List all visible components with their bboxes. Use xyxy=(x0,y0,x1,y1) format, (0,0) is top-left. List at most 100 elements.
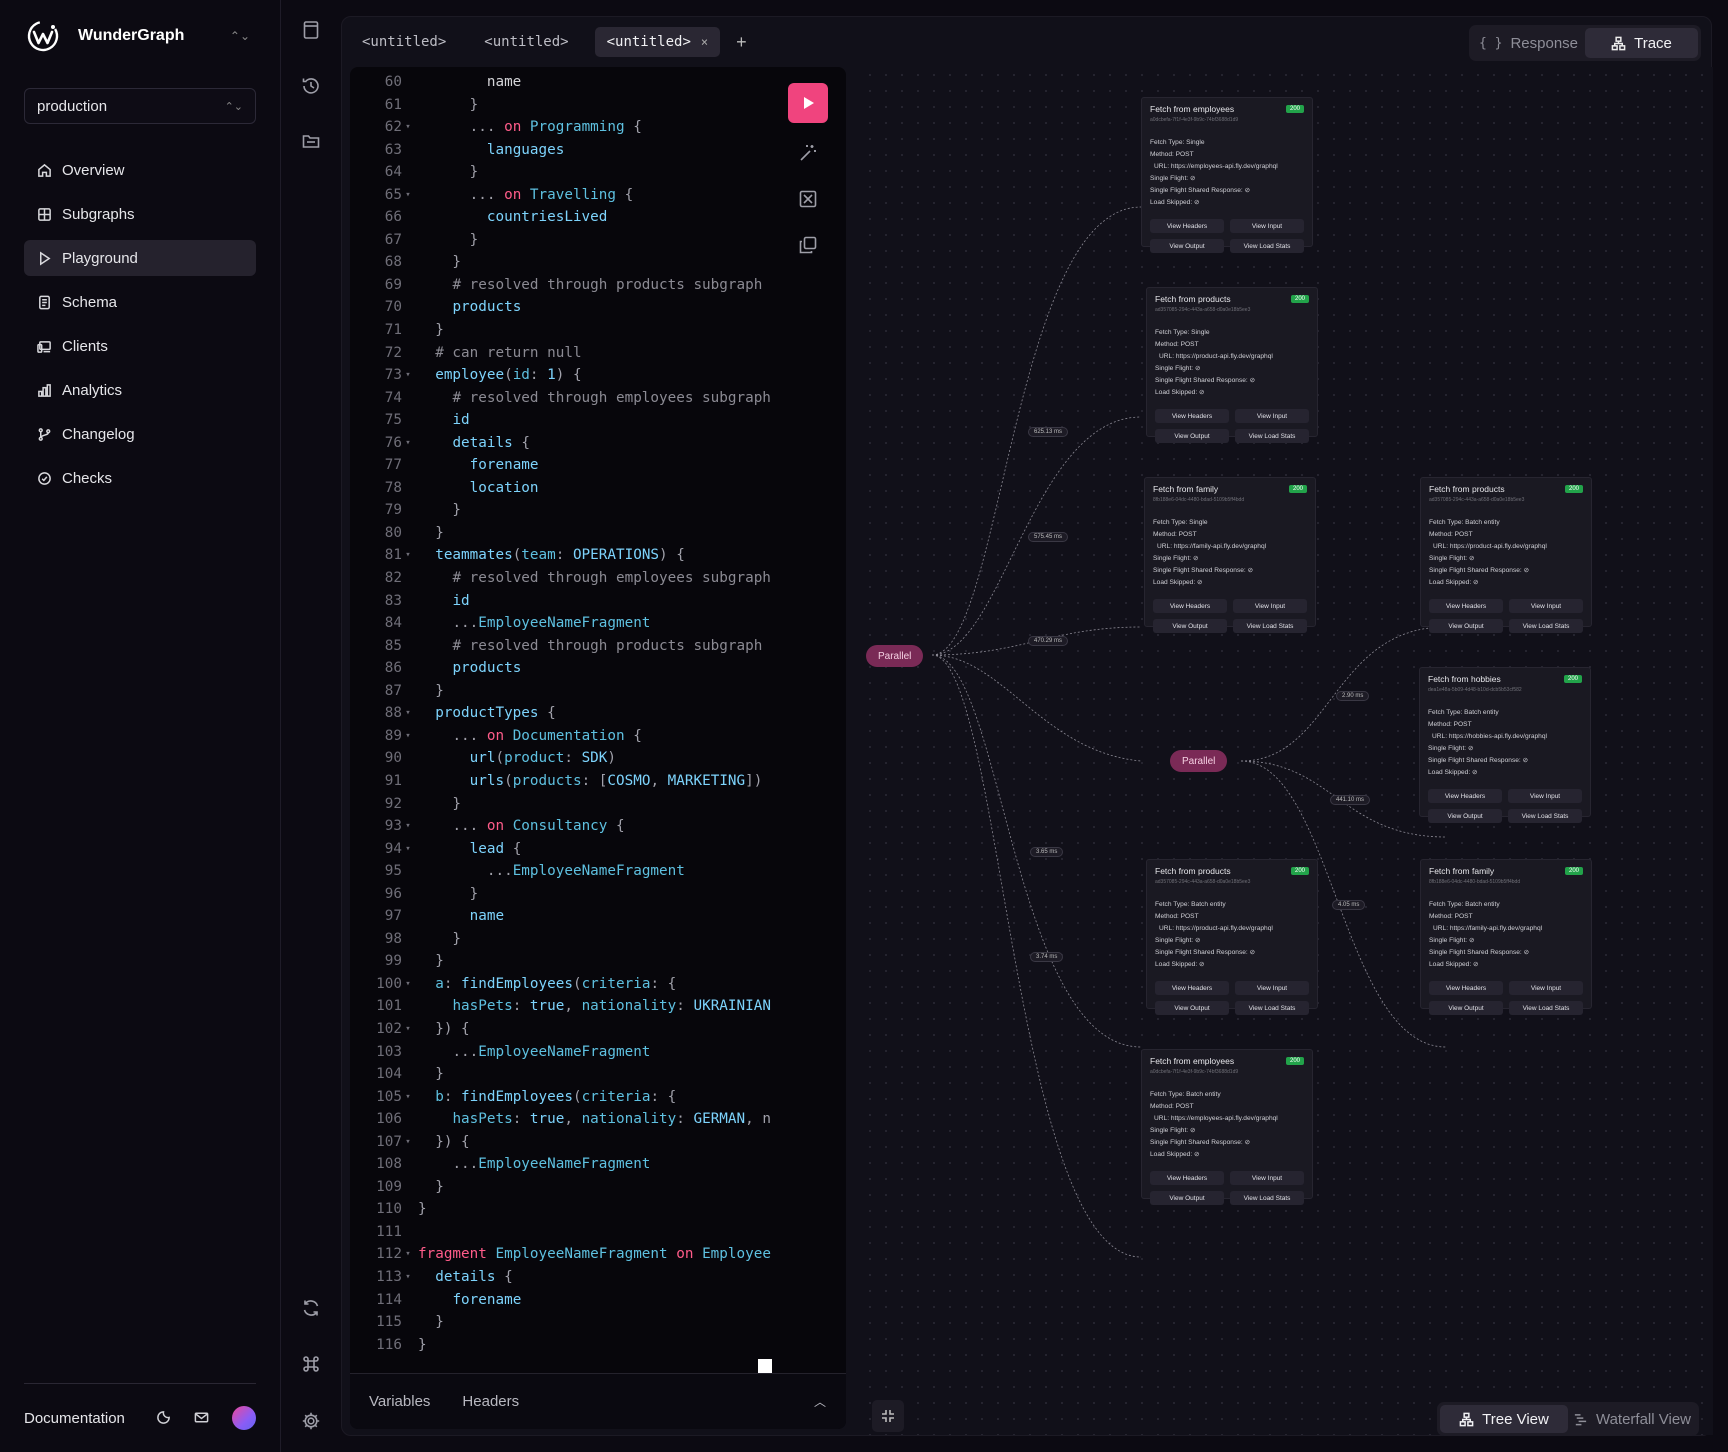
response-tab[interactable]: { } Response xyxy=(1472,28,1585,58)
code-line[interactable]: 75 id xyxy=(350,409,780,432)
collection-icon[interactable] xyxy=(300,130,322,152)
view-load-stats-button[interactable]: View Load Stats xyxy=(1230,239,1304,253)
view-load-stats-button[interactable]: View Load Stats xyxy=(1235,429,1309,443)
view-input-button[interactable]: View Input xyxy=(1230,219,1304,233)
code-line[interactable]: 79 } xyxy=(350,499,780,522)
code-line[interactable]: 84 ...EmployeeNameFragment xyxy=(350,612,780,635)
code-line[interactable]: 60 name xyxy=(350,71,780,94)
waterfall-view-tab[interactable]: Waterfall View xyxy=(1568,1405,1696,1433)
code-line[interactable]: 65 ▾ ... on Travelling { xyxy=(350,184,780,207)
view-input-button[interactable]: View Input xyxy=(1508,789,1582,803)
code-line[interactable]: 86 products xyxy=(350,657,780,680)
fold-chevron-icon[interactable]: ▾ xyxy=(402,1086,414,1109)
tab-variables[interactable]: Variables xyxy=(369,1393,430,1410)
fetch-node[interactable]: Fetch from employees 200 a0dcbefa-7f1f-4e3… xyxy=(1141,1049,1313,1205)
sidebar-item-schema[interactable]: Schema xyxy=(24,284,256,320)
command-icon[interactable] xyxy=(300,1353,322,1375)
mail-icon[interactable] xyxy=(194,1410,210,1426)
theme-toggle-icon[interactable] xyxy=(156,1410,172,1426)
code-line[interactable]: 114 forename xyxy=(350,1289,780,1312)
avatar[interactable] xyxy=(232,1406,256,1430)
sidebar-item-playground[interactable]: Playground xyxy=(24,240,256,276)
fetch-node[interactable]: Fetch from products 200 ad357085-294c-443a… xyxy=(1146,859,1318,1015)
environment-select[interactable]: production ⌃⌄ xyxy=(24,88,256,124)
code-line[interactable]: 62 ▾ ... on Programming { xyxy=(350,116,780,139)
view-output-button[interactable]: View Output xyxy=(1153,619,1227,633)
query-editor[interactable]: 60 name 61 } 62 ▾ ... on Programming {63 la… xyxy=(350,67,846,1429)
view-load-stats-button[interactable]: View Load Stats xyxy=(1235,1001,1309,1015)
code-line[interactable]: 71 } xyxy=(350,319,780,342)
code-line[interactable]: 106 hasPets: true, nationality: GERMAN, … xyxy=(350,1108,780,1131)
code-line[interactable]: 102 ▾ }) { xyxy=(350,1018,780,1041)
fetch-node[interactable]: Fetch from family 200 8fb188e6-04dc-4480-b… xyxy=(1420,859,1592,1015)
code-line[interactable]: 68 } xyxy=(350,251,780,274)
settings-gear-icon[interactable] xyxy=(300,1410,322,1432)
view-headers-button[interactable]: View Headers xyxy=(1429,981,1503,995)
trace-canvas[interactable]: Parallel Parallel 625.13 ms 575.45 ms 47… xyxy=(862,67,1713,1436)
view-input-button[interactable]: View Input xyxy=(1230,1171,1304,1185)
code-line[interactable]: 113 ▾ details { xyxy=(350,1266,780,1289)
org-switcher[interactable]: WunderGraph ⌃⌄ xyxy=(26,18,250,54)
close-icon[interactable]: × xyxy=(701,35,708,49)
code-line[interactable]: 89 ▾ ... on Documentation { xyxy=(350,725,780,748)
view-output-button[interactable]: View Output xyxy=(1150,1191,1224,1205)
view-headers-button[interactable]: View Headers xyxy=(1150,1171,1224,1185)
fetch-node[interactable]: Fetch from products 200 ad357085-294c-443a… xyxy=(1146,287,1318,443)
sidebar-item-analytics[interactable]: Analytics xyxy=(24,372,256,408)
documentation-link[interactable]: Documentation xyxy=(24,1410,134,1427)
sidebar-item-changelog[interactable]: Changelog xyxy=(24,416,256,452)
code-line[interactable]: 72 # can return null xyxy=(350,342,780,365)
prettify-icon[interactable] xyxy=(796,141,820,165)
code-line[interactable]: 95 ...EmployeeNameFragment xyxy=(350,860,780,883)
code-line[interactable]: 90 url(product: SDK) xyxy=(350,747,780,770)
code-line[interactable]: 104 } xyxy=(350,1063,780,1086)
code-line[interactable]: 91 urls(products: [COSMO, MARKETING]) xyxy=(350,770,780,793)
code-line[interactable]: 66 countriesLived xyxy=(350,206,780,229)
fold-chevron-icon[interactable]: ▾ xyxy=(402,1131,414,1154)
code-line[interactable]: 88 ▾ productTypes { xyxy=(350,702,780,725)
view-input-button[interactable]: View Input xyxy=(1509,599,1583,613)
code-line[interactable]: 100 ▾ a: findEmployees(criteria: { xyxy=(350,973,780,996)
sidebar-item-clients[interactable]: Clients xyxy=(24,328,256,364)
fold-chevron-icon[interactable]: ▾ xyxy=(402,1018,414,1041)
view-load-stats-button[interactable]: View Load Stats xyxy=(1509,619,1583,633)
code-line[interactable]: 105 ▾ b: findEmployees(criteria: { xyxy=(350,1086,780,1109)
copy-icon[interactable] xyxy=(796,233,820,257)
tab-untitled-3[interactable]: <untitled> × xyxy=(594,27,721,57)
code-line[interactable]: 116} xyxy=(350,1334,780,1357)
fetch-node[interactable]: Fetch from products 200 ad357085-294c-443a… xyxy=(1420,477,1592,633)
code-line[interactable]: 73 ▾ employee(id: 1) { xyxy=(350,364,780,387)
code-line[interactable]: 110} xyxy=(350,1198,780,1221)
fold-chevron-icon[interactable]: ▾ xyxy=(402,838,414,861)
fold-chevron-icon[interactable]: ▾ xyxy=(402,544,414,567)
fold-chevron-icon[interactable]: ▾ xyxy=(402,1266,414,1289)
view-headers-button[interactable]: View Headers xyxy=(1155,409,1229,423)
code-line[interactable]: 111 xyxy=(350,1221,780,1244)
code-line[interactable]: 107 ▾ }) { xyxy=(350,1131,780,1154)
code-line[interactable]: 103 ...EmployeeNameFragment xyxy=(350,1041,780,1064)
code-line[interactable]: 94 ▾ lead { xyxy=(350,838,780,861)
view-headers-button[interactable]: View Headers xyxy=(1150,219,1224,233)
tab-headers[interactable]: Headers xyxy=(462,1393,519,1410)
trace-tab[interactable]: Trace xyxy=(1585,28,1698,58)
view-input-button[interactable]: View Input xyxy=(1233,599,1307,613)
tree-view-tab[interactable]: Tree View xyxy=(1440,1405,1568,1433)
code-line[interactable]: 97 name xyxy=(350,905,780,928)
view-output-button[interactable]: View Output xyxy=(1150,239,1224,253)
history-icon[interactable] xyxy=(300,75,322,97)
run-query-button[interactable] xyxy=(788,83,828,123)
view-headers-button[interactable]: View Headers xyxy=(1428,789,1502,803)
code-line[interactable]: 87 } xyxy=(350,680,780,703)
fold-chevron-icon[interactable]: ▾ xyxy=(402,1243,414,1266)
view-input-button[interactable]: View Input xyxy=(1509,981,1583,995)
code-line[interactable]: 112 ▾ fragment EmployeeNameFragment on Emp… xyxy=(350,1243,780,1266)
parallel-node[interactable]: Parallel xyxy=(866,645,924,667)
sidebar-item-subgraphs[interactable]: Subgraphs xyxy=(24,196,256,232)
code-line[interactable]: 80 } xyxy=(350,522,780,545)
code-line[interactable]: 82 # resolved through employees subgraph xyxy=(350,567,780,590)
fetch-node[interactable]: Fetch from hobbies 200 dea1e48a-5b09-4d48-… xyxy=(1419,667,1591,823)
code-line[interactable]: 74 # resolved through employees subgraph xyxy=(350,387,780,410)
code-line[interactable]: 85 # resolved through products subgraph xyxy=(350,635,780,658)
sidebar-item-overview[interactable]: Overview xyxy=(24,152,256,188)
view-input-button[interactable]: View Input xyxy=(1235,409,1309,423)
